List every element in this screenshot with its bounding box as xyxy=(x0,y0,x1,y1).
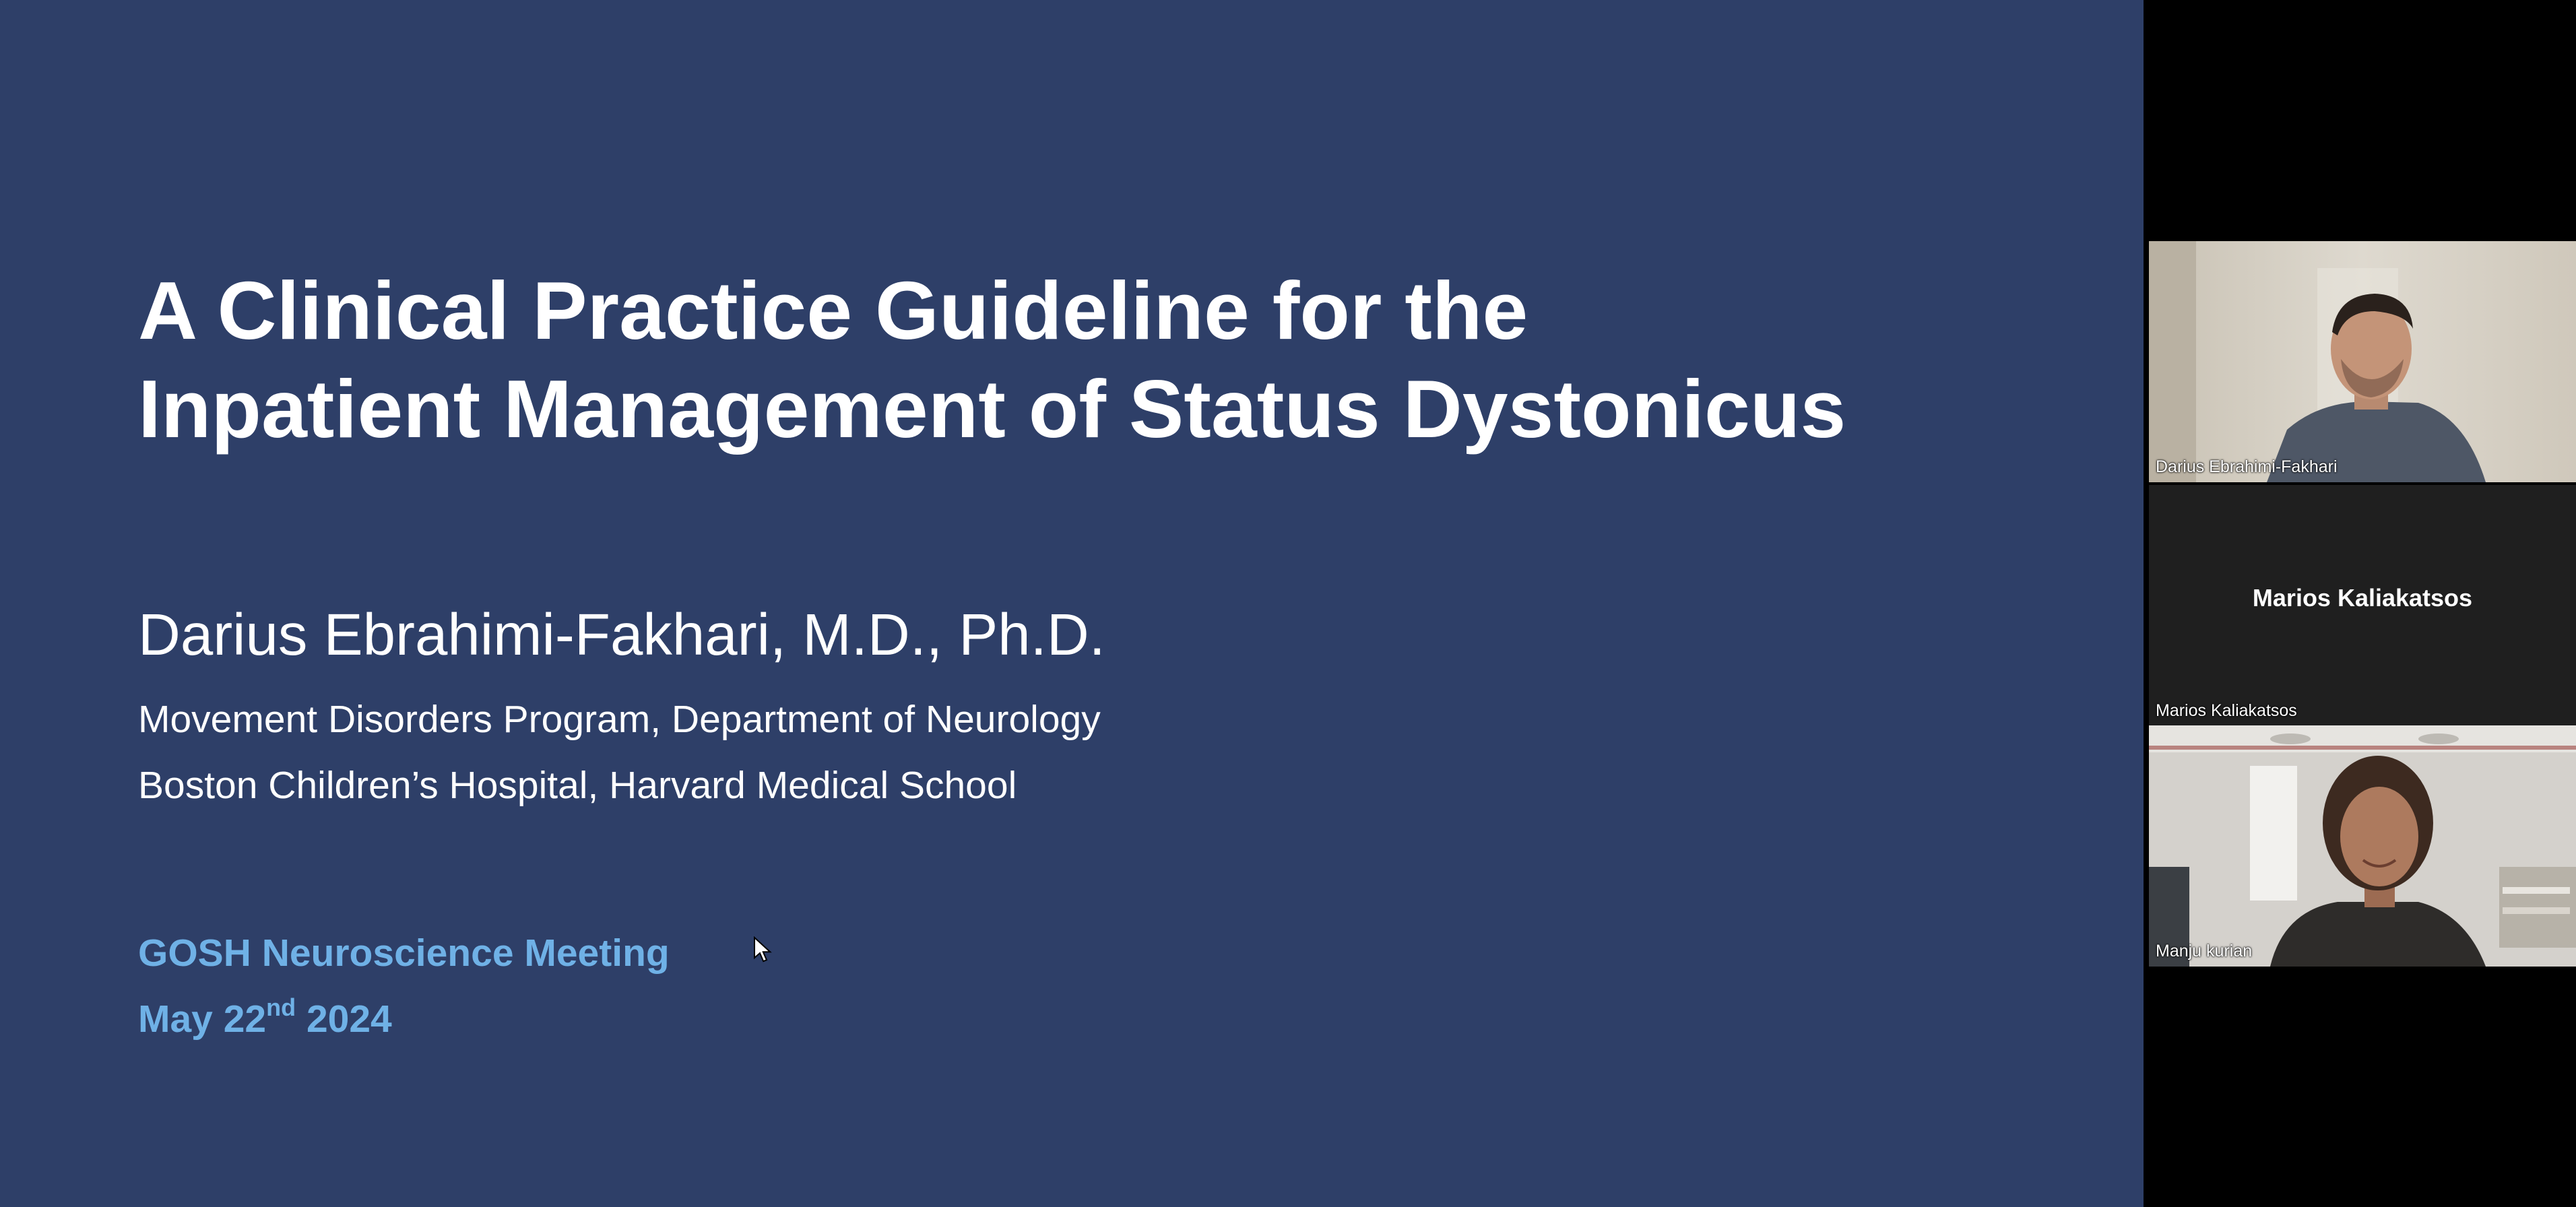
participant-tile-video[interactable]: Darius Ebrahimi-Fakhari xyxy=(2149,241,2576,482)
participant-name-label: Marios Kaliakatsos xyxy=(2156,701,2297,720)
event-date: May 22nd 2024 xyxy=(138,993,392,1047)
participant-display-name: Marios Kaliakatsos xyxy=(2252,584,2473,612)
slide-title-line-2: Inpatient Management of Status Dystonicu… xyxy=(138,363,1846,455)
affiliation-institution: Boston Children’s Hospital, Harvard Medi… xyxy=(138,764,1017,807)
participant-name-label: Manju kurian xyxy=(2156,942,2253,960)
event-name: GOSH Neuroscience Meeting xyxy=(138,932,670,975)
participant-tile-audio-only[interactable]: Marios Kaliakatsos Marios Kaliakatsos xyxy=(2149,485,2576,726)
participant-name-label: Darius Ebrahimi-Fakhari xyxy=(2156,457,2338,476)
participants-panel: Darius Ebrahimi-Fakhari Marios Kaliakats… xyxy=(2144,0,2576,1207)
slide-title: A Clinical Practice Guideline for the In… xyxy=(138,261,2092,458)
mouse-pointer-icon xyxy=(754,936,772,963)
participant-video-feed xyxy=(2149,241,2576,482)
presenter-name: Darius Ebrahimi-Fakhari, M.D., Ph.D. xyxy=(138,602,1105,667)
shared-slide: A Clinical Practice Guideline for the In… xyxy=(0,0,2144,1207)
event-date-prefix: May 22 xyxy=(138,998,267,1041)
affiliation-program: Movement Disorders Program, Department o… xyxy=(138,698,1101,741)
participant-video-feed xyxy=(2149,725,2576,967)
participant-tile-video[interactable]: Manju kurian xyxy=(2149,725,2576,967)
slide-title-line-1: A Clinical Practice Guideline for the xyxy=(138,265,1528,356)
event-date-year: 2024 xyxy=(296,998,392,1041)
event-date-ordinal: nd xyxy=(266,993,296,1021)
